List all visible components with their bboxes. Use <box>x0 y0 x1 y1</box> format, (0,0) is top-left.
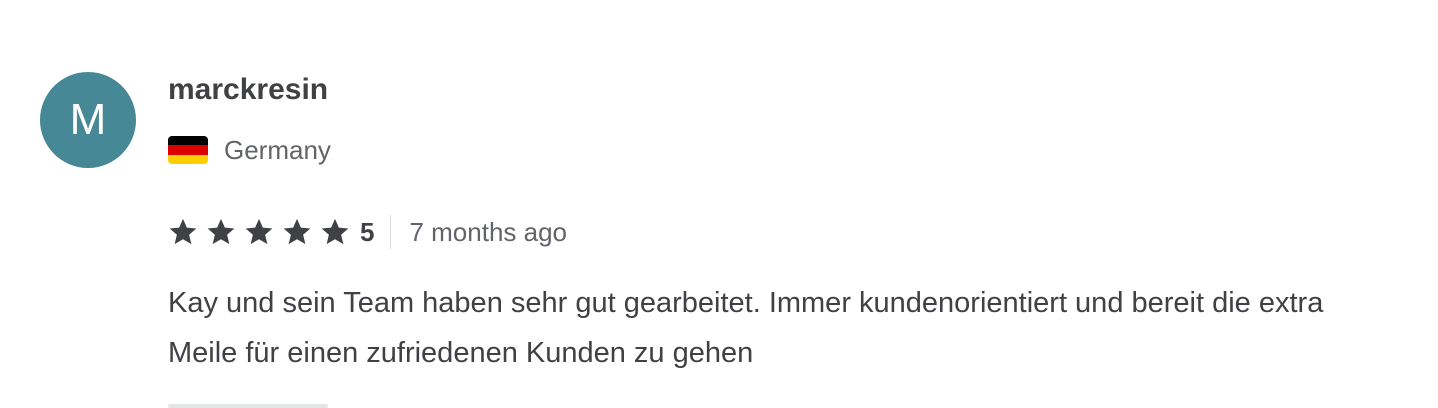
star-icon <box>168 217 198 247</box>
country-row: Germany <box>168 132 331 168</box>
review-time: 7 months ago <box>409 216 568 247</box>
star-icon <box>320 217 350 247</box>
review-text: Kay und sein Team haben sehr gut gearbei… <box>168 287 1324 369</box>
username: marckresin <box>168 73 329 106</box>
avatar[interactable]: M <box>40 72 136 168</box>
star-icon <box>282 217 312 247</box>
rating-row: 5 7 months ago <box>168 214 567 250</box>
country-name: Germany <box>224 135 331 165</box>
divider <box>168 404 328 408</box>
star-rating <box>168 217 358 247</box>
germany-flag-icon <box>168 136 208 164</box>
divider <box>390 215 392 249</box>
star-icon <box>244 217 274 247</box>
star-icon <box>206 217 236 247</box>
rating-value: 5 <box>360 216 375 247</box>
